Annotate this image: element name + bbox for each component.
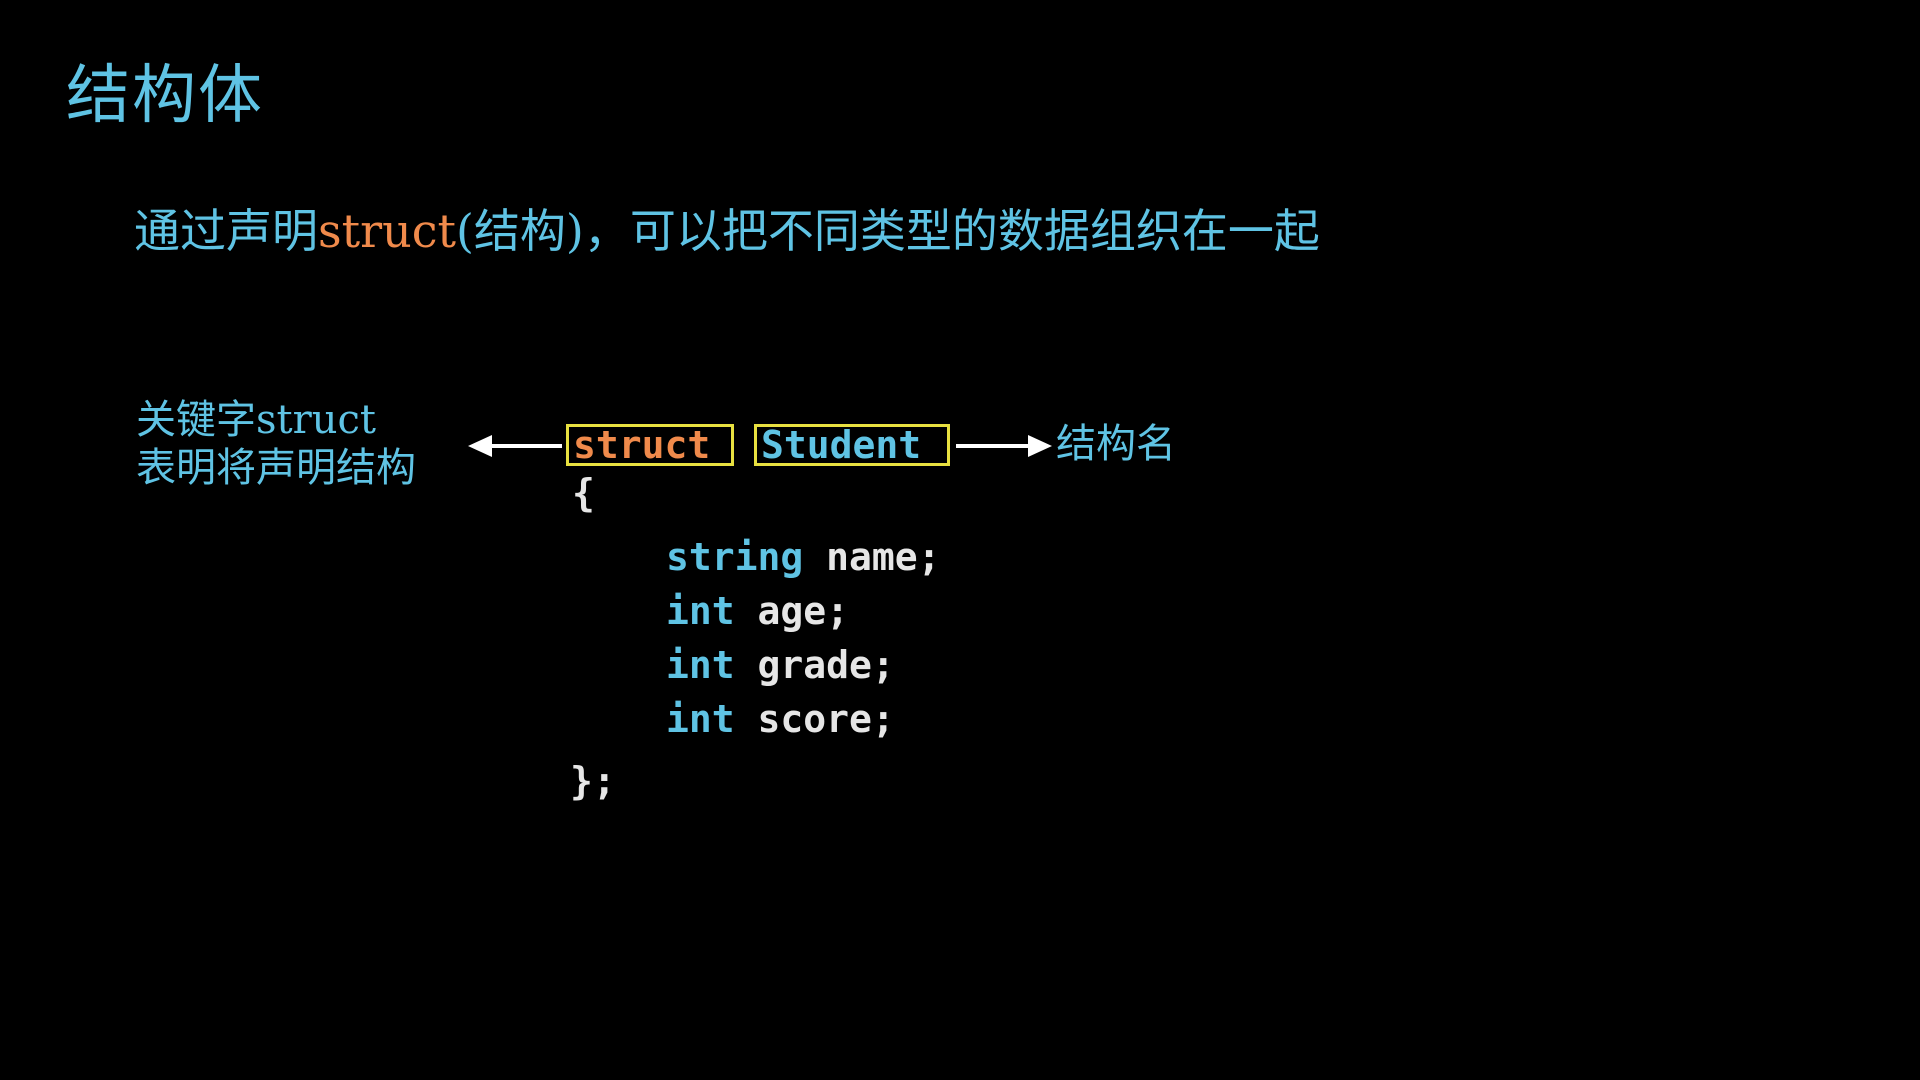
member-type: int	[666, 589, 735, 633]
subtitle-prefix: 通过声明	[134, 204, 318, 258]
arrow-left-icon	[468, 435, 562, 457]
keyword-annotation-line1: 关键字struct	[136, 397, 376, 443]
keyword-annotation-line2: 表明将声明结构	[136, 445, 416, 491]
struct-name-box: Student	[754, 424, 950, 466]
code-member-line: int score;	[666, 696, 895, 742]
member-name: grade;	[734, 643, 895, 687]
struct-name-annotation: 结构名	[1056, 421, 1176, 467]
code-open-brace: {	[572, 471, 595, 515]
member-type: string	[666, 535, 804, 579]
member-type: int	[666, 643, 735, 687]
member-type: int	[666, 697, 735, 741]
member-name: age;	[734, 589, 850, 633]
code-member-line: string name;	[666, 534, 941, 580]
subtitle-keyword: struct	[318, 204, 456, 258]
subtitle-suffix: (结构)，可以把不同类型的数据组织在一起	[455, 204, 1320, 258]
slide-subtitle: 通过声明struct(结构)，可以把不同类型的数据组织在一起	[134, 200, 1320, 262]
member-name: score;	[734, 697, 895, 741]
member-name: name;	[803, 535, 941, 579]
code-member-line: int grade;	[666, 642, 895, 688]
keyword-annotation: 关键字struct 表明将声明结构	[136, 396, 416, 492]
struct-keyword-box: struct	[566, 424, 734, 466]
slide: 结构体 通过声明struct(结构)，可以把不同类型的数据组织在一起 关键字st…	[0, 0, 1920, 1080]
code-close-brace: };	[570, 759, 616, 803]
code-member-line: int age;	[666, 588, 849, 634]
slide-title: 结构体	[66, 59, 264, 133]
arrow-right-icon	[956, 435, 1052, 457]
